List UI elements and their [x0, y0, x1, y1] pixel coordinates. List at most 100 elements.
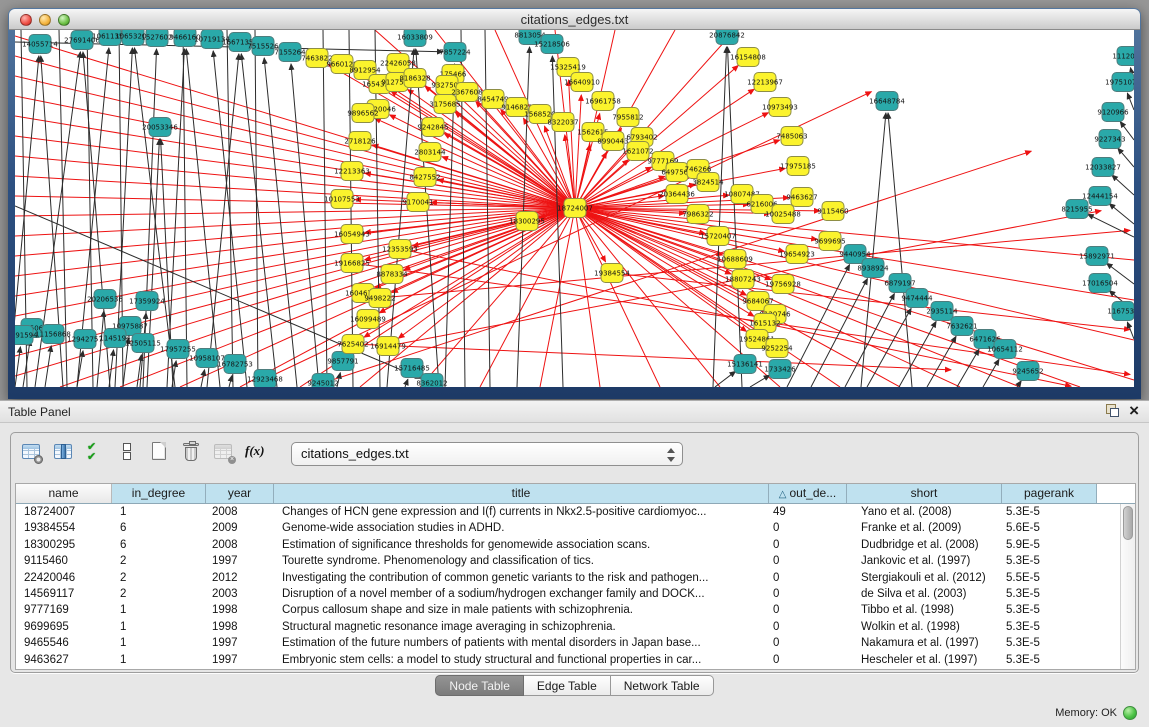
- graph-node[interactable]: 12353593: [382, 240, 418, 259]
- cell-year[interactable]: 2003: [206, 586, 274, 602]
- graph-node[interactable]: 16648784: [869, 92, 905, 111]
- graph-node[interactable]: 16033809: [397, 30, 433, 47]
- graph-node[interactable]: 2718126: [344, 132, 376, 151]
- graph-node[interactable]: 9245652: [1012, 362, 1043, 381]
- column-header-year[interactable]: year: [206, 484, 274, 503]
- table-row[interactable]: 1938455462009Genome-wide association stu…: [16, 520, 1120, 536]
- cell-short[interactable]: Wolkin et al. (1998): [847, 619, 1002, 635]
- graph-node[interactable]: 9896562: [347, 104, 378, 123]
- cell-short[interactable]: Tibbo et al. (1998): [847, 602, 1002, 618]
- graph-node[interactable]: 16961758: [585, 92, 621, 111]
- cell-title[interactable]: Investigating the contribution of common…: [274, 570, 769, 586]
- graph-node[interactable]: 16914479: [370, 337, 406, 356]
- cell-pagerank[interactable]: 5.9E-5: [1002, 537, 1097, 553]
- cell-pagerank[interactable]: 5.3E-5: [1002, 602, 1097, 618]
- cell-name[interactable]: 9463627: [16, 652, 112, 668]
- tab-network-table[interactable]: Network Table: [611, 675, 714, 696]
- graph-node[interactable]: 12923468: [247, 370, 283, 388]
- cell-title[interactable]: Estimation of significance thresholds fo…: [274, 537, 769, 553]
- table-row[interactable]: 946554611997Estimation of the future num…: [16, 635, 1120, 651]
- import-table-icon[interactable]: ×: [213, 442, 234, 462]
- cell-short[interactable]: Dudbridge et al. (2008): [847, 537, 1002, 553]
- scrollbar-thumb[interactable]: [1123, 506, 1133, 540]
- cell-pagerank[interactable]: 5.3E-5: [1002, 504, 1097, 520]
- cell-year[interactable]: 1997: [206, 652, 274, 668]
- graph-node[interactable]: 7857224: [439, 43, 471, 62]
- rows-icon[interactable]: [117, 442, 138, 462]
- cell-year[interactable]: 1998: [206, 602, 274, 618]
- cell-title[interactable]: Corpus callosum shape and size in male p…: [274, 602, 769, 618]
- graph-node[interactable]: 9115460: [817, 202, 848, 221]
- new-table-icon[interactable]: [149, 442, 170, 462]
- graph-node[interactable]: 9242845: [417, 118, 448, 137]
- graph-node[interactable]: 9699695: [814, 232, 845, 251]
- cell-title[interactable]: Tourette syndrome. Phenomenology and cla…: [274, 553, 769, 569]
- cell-name[interactable]: 9699695: [16, 619, 112, 635]
- cell-short[interactable]: de Silva et al. (2003): [847, 586, 1002, 602]
- graph-node[interactable]: 7485063: [776, 127, 807, 146]
- cell-in_degree[interactable]: 6: [112, 520, 206, 536]
- tab-node-table[interactable]: Node Table: [435, 675, 524, 696]
- cell-in_degree[interactable]: 1: [112, 652, 206, 668]
- cell-short[interactable]: Hescheler et al. (1997): [847, 652, 1002, 668]
- graph-node[interactable]: 8186328: [399, 69, 430, 88]
- graph-node[interactable]: 8215955: [1061, 200, 1092, 219]
- cell-name[interactable]: 22420046: [16, 570, 112, 586]
- graph-node[interactable]: 19384554: [594, 264, 630, 283]
- cell-pagerank[interactable]: 5.5E-5: [1002, 570, 1097, 586]
- column-header-out_de[interactable]: △out_de...: [769, 484, 847, 503]
- tab-edge-table[interactable]: Edge Table: [524, 675, 611, 696]
- table-vertical-scrollbar[interactable]: [1120, 504, 1135, 669]
- graph-node[interactable]: 19654923: [779, 245, 815, 264]
- cell-out_de[interactable]: 0: [769, 537, 847, 553]
- cell-short[interactable]: Stergiakouli et al. (2012): [847, 570, 1002, 586]
- cell-pagerank[interactable]: 5.3E-5: [1002, 619, 1097, 635]
- column-header-short[interactable]: short: [847, 484, 1002, 503]
- cell-in_degree[interactable]: 1: [112, 602, 206, 618]
- graph-node[interactable]: 7632621: [946, 317, 977, 336]
- graph-node[interactable]: 20053346: [142, 118, 178, 137]
- graph-node[interactable]: 9857791: [327, 352, 358, 371]
- graph-node[interactable]: 17359924: [129, 292, 165, 311]
- cell-title[interactable]: Changes of HCN gene expression and I(f) …: [274, 504, 769, 520]
- network-window-titlebar[interactable]: citations_edges.txt: [9, 9, 1140, 30]
- table-row[interactable]: 1456911722003Disruption of a novel membe…: [16, 586, 1120, 602]
- row-select-icon[interactable]: [85, 442, 106, 462]
- cell-name[interactable]: 19384554: [16, 520, 112, 536]
- graph-node[interactable]: 3175685: [429, 95, 460, 114]
- column-header-in_degree[interactable]: in_degree: [112, 484, 206, 503]
- cell-in_degree[interactable]: 1: [112, 619, 206, 635]
- cell-year[interactable]: 1998: [206, 619, 274, 635]
- graph-node[interactable]: 2803144: [414, 143, 446, 162]
- column-header-title[interactable]: title: [274, 484, 769, 503]
- graph-node[interactable]: 7986322: [682, 205, 713, 224]
- graph-node[interactable]: 3824514: [692, 173, 724, 192]
- table-row[interactable]: 946362711997Embryonic stem cells: a mode…: [16, 652, 1120, 668]
- cell-short[interactable]: Jankovic et al. (1997): [847, 553, 1002, 569]
- graph-node[interactable]: 9120966: [1097, 103, 1129, 122]
- graph-node[interactable]: 9170041: [402, 193, 433, 212]
- cell-in_degree[interactable]: 2: [112, 570, 206, 586]
- cell-name[interactable]: 9115460: [16, 553, 112, 569]
- graph-node[interactable]: 8322037: [547, 113, 578, 132]
- function-builder-icon[interactable]: f(x): [245, 442, 266, 462]
- network-canvas[interactable]: 1872400714055714276914061061135410653207…: [15, 30, 1134, 387]
- graph-node[interactable]: 8427552: [409, 168, 440, 187]
- memory-status-icon[interactable]: [1123, 706, 1137, 720]
- graph-node[interactable]: 9252254: [761, 339, 793, 358]
- cell-out_de[interactable]: 0: [769, 602, 847, 618]
- cell-out_de[interactable]: 0: [769, 652, 847, 668]
- graph-node[interactable]: 10107553: [324, 190, 360, 209]
- cell-title[interactable]: Estimation of the future numbers of pati…: [274, 635, 769, 651]
- graph-node[interactable]: 9498222: [364, 289, 395, 308]
- cell-out_de[interactable]: 0: [769, 619, 847, 635]
- graph-node[interactable]: 17016504: [1082, 274, 1118, 293]
- graph-node[interactable]: 1167533: [1107, 302, 1134, 321]
- graph-node[interactable]: 12213967: [747, 73, 783, 92]
- table-row[interactable]: 1830029562008Estimation of significance …: [16, 537, 1120, 553]
- graph-node[interactable]: 7955812: [612, 108, 643, 127]
- cell-name[interactable]: 9465546: [16, 635, 112, 651]
- graph-node[interactable]: 9227343: [1094, 130, 1125, 149]
- cell-title[interactable]: Embryonic stem cells: a model to study s…: [274, 652, 769, 668]
- cell-pagerank[interactable]: 5.6E-5: [1002, 520, 1097, 536]
